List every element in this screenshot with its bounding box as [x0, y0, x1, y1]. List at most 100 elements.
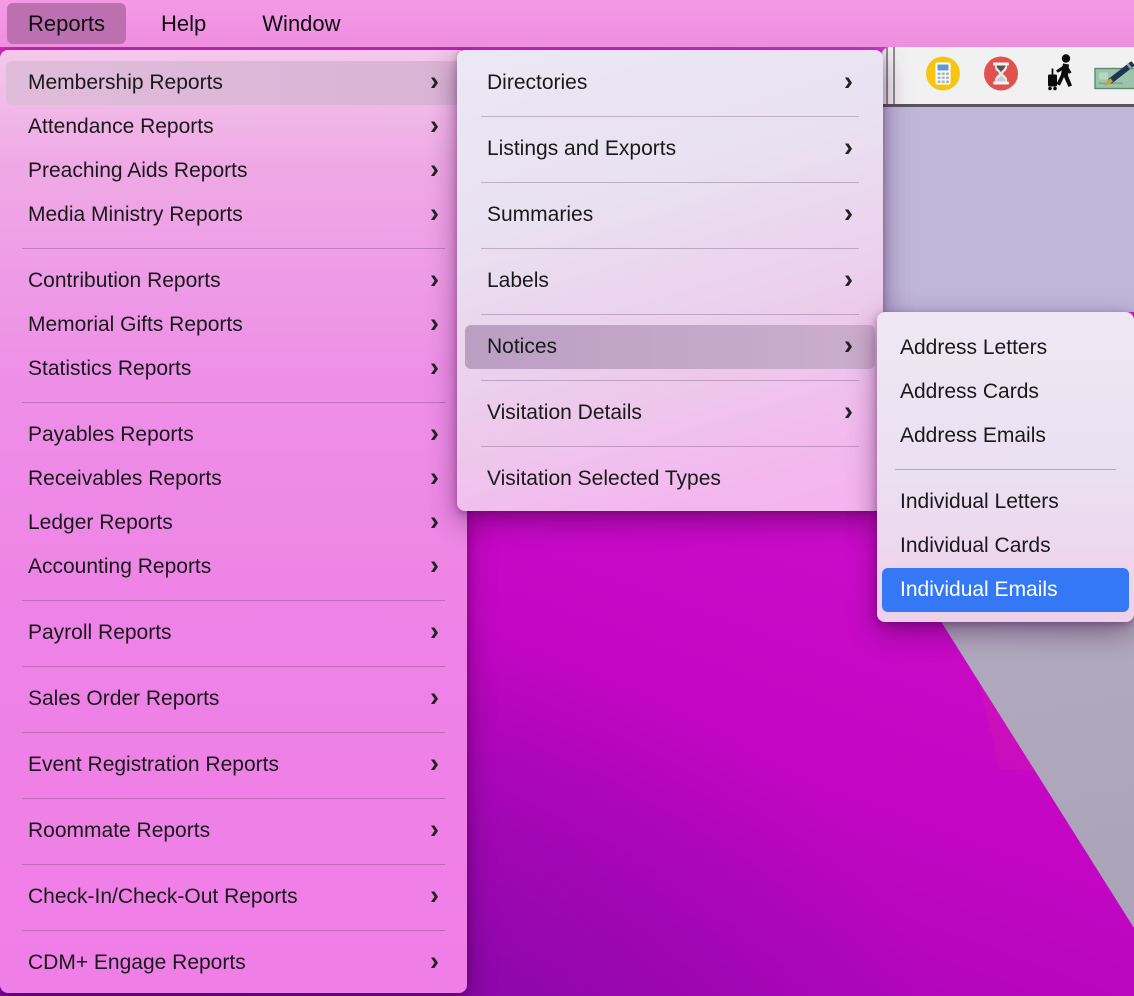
submenu-chevron-icon: › — [430, 508, 439, 535]
menu-separator-line — [481, 248, 859, 249]
menu-item-label: Roommate Reports — [28, 819, 418, 843]
submenu-chevron-icon: › — [430, 750, 439, 777]
menu-item-label: Event Registration Reports — [28, 753, 418, 777]
menu-separator-line — [22, 666, 445, 667]
menu-separator-line — [481, 314, 859, 315]
menu-item-label: Address Letters — [900, 336, 1111, 360]
menu-separator — [6, 919, 461, 941]
menu-item-accounting-reports[interactable]: Accounting Reports › — [6, 545, 461, 589]
submenu-chevron-icon: › — [430, 200, 439, 227]
menu-separator — [465, 369, 875, 391]
menu-item-label: Address Emails — [900, 424, 1111, 448]
menu-item-labels[interactable]: Labels› — [465, 259, 875, 303]
menu-separator-line — [22, 600, 445, 601]
menu-item-media-ministry-reports[interactable]: Media Ministry Reports › — [6, 193, 461, 237]
menu-item-receivables-reports[interactable]: Receivables Reports› — [6, 457, 461, 501]
calculator-icon[interactable] — [925, 55, 961, 96]
menu-item-individual-cards[interactable]: Individual Cards — [882, 524, 1129, 568]
menu-separator-line — [481, 182, 859, 183]
traveler-icon[interactable] — [1043, 53, 1081, 98]
menu-separator — [882, 458, 1129, 480]
menu-item-summaries[interactable]: Summaries › — [465, 193, 875, 237]
submenu-chevron-icon: › — [844, 68, 853, 95]
menu-item-individual-emails[interactable]: Individual Emails — [882, 568, 1129, 612]
menu-item-label: CDM+ Engage Reports — [28, 951, 418, 975]
menu-item-visitation-selected-types[interactable]: Visitation Selected Types — [465, 457, 875, 501]
menu-item-label: Preaching Aids Reports — [28, 159, 418, 183]
menu-separator-line — [22, 864, 445, 865]
menubar-item-window[interactable]: Window — [241, 3, 361, 44]
submenu-chevron-icon: › — [844, 200, 853, 227]
menu-separator — [6, 391, 461, 413]
menu-item-address-cards[interactable]: Address Cards — [882, 370, 1129, 414]
menu-item-label: Individual Letters — [900, 490, 1111, 514]
submenu-chevron-icon: › — [430, 948, 439, 975]
menu-item-check-in-check-out-reports[interactable]: Check-In/Check-Out Reports› — [6, 875, 461, 919]
menu-item-roommate-reports[interactable]: Roommate Reports› — [6, 809, 461, 853]
menu-item-notices[interactable]: Notices › — [465, 325, 875, 369]
window-edge-line — [886, 47, 888, 104]
menu-item-label: Receivables Reports — [28, 467, 418, 491]
window-toolbar — [881, 47, 1134, 107]
menu-item-payables-reports[interactable]: Payables Reports› — [6, 413, 461, 457]
menu-item-statistics-reports[interactable]: Statistics Reports › — [6, 347, 461, 391]
menu-item-label: Sales Order Reports — [28, 687, 418, 711]
menu-item-label: Individual Cards — [900, 534, 1111, 558]
menu-item-memorial-gifts-reports[interactable]: Memorial Gifts Reports› — [6, 303, 461, 347]
menubar-item-reports[interactable]: Reports — [7, 3, 126, 44]
check-writing-icon[interactable] — [1093, 52, 1134, 99]
submenu-chevron-icon: › — [430, 156, 439, 183]
menu-separator-line — [895, 469, 1116, 470]
menu-separator — [465, 303, 875, 325]
desktop: ReportsHelpWindow Membership Reports›Att… — [0, 0, 1134, 996]
menu-separator-line — [22, 798, 445, 799]
menu-item-label: Contribution Reports — [28, 269, 418, 293]
menu-item-label: Summaries — [487, 203, 832, 227]
menu-item-label: Directories — [487, 71, 832, 95]
window-edge-line — [893, 47, 895, 104]
menu-item-visitation-details[interactable]: Visitation Details › — [465, 391, 875, 435]
menu-item-label: Individual Emails — [900, 578, 1111, 602]
menu-item-address-emails[interactable]: Address Emails — [882, 414, 1129, 458]
submenu-chevron-icon: › — [844, 332, 853, 359]
menu-item-label: Visitation Details — [487, 401, 832, 425]
submenu-chevron-icon: › — [844, 398, 853, 425]
menu-item-label: Address Cards — [900, 380, 1111, 404]
menu-item-label: Check-In/Check-Out Reports — [28, 885, 418, 909]
menu-item-label: Statistics Reports — [28, 357, 418, 381]
submenu-chevron-icon: › — [430, 420, 439, 447]
submenu-chevron-icon: › — [430, 112, 439, 139]
submenu-chevron-icon: › — [430, 552, 439, 579]
menu-separator — [6, 853, 461, 875]
menu-item-attendance-reports[interactable]: Attendance Reports› — [6, 105, 461, 149]
menu-item-membership-reports[interactable]: Membership Reports› — [6, 61, 461, 105]
submenu-chevron-icon: › — [430, 684, 439, 711]
menu-separator — [465, 171, 875, 193]
menu-item-listings-and-exports[interactable]: Listings and Exports› — [465, 127, 875, 171]
reports-menu: Membership Reports›Attendance Reports›Pr… — [0, 50, 467, 993]
submenu-chevron-icon: › — [430, 618, 439, 645]
menu-item-label: Media Ministry Reports — [28, 203, 418, 227]
menu-item-contribution-reports[interactable]: Contribution Reports› — [6, 259, 461, 303]
window-content-area — [881, 107, 1134, 312]
menu-item-label: Accounting Reports — [28, 555, 418, 579]
submenu-chevron-icon: › — [430, 354, 439, 381]
submenu-chevron-icon: › — [430, 310, 439, 337]
hourglass-icon[interactable] — [983, 55, 1019, 96]
menu-item-payroll-reports[interactable]: Payroll Reports› — [6, 611, 461, 655]
menu-item-label: Membership Reports — [28, 71, 418, 95]
menu-item-label: Notices — [487, 335, 832, 359]
menu-item-address-letters[interactable]: Address Letters — [882, 326, 1129, 370]
menu-item-ledger-reports[interactable]: Ledger Reports › — [6, 501, 461, 545]
menu-item-sales-order-reports[interactable]: Sales Order Reports › — [6, 677, 461, 721]
menubar-item-help[interactable]: Help — [140, 3, 227, 44]
menu-item-individual-letters[interactable]: Individual Letters — [882, 480, 1129, 524]
menu-item-event-registration-reports[interactable]: Event Registration Reports › — [6, 743, 461, 787]
menu-item-directories[interactable]: Directories › — [465, 61, 875, 105]
menu-item-preaching-aids-reports[interactable]: Preaching Aids Reports › — [6, 149, 461, 193]
menu-bar: Reports Help Window — [0, 0, 1134, 47]
menu-item-cdm-engage-reports[interactable]: CDM+ Engage Reports › — [6, 941, 461, 985]
menu-item-label: Ledger Reports — [28, 511, 418, 535]
menu-separator — [6, 787, 461, 809]
notices-submenu: Address Letters Address Cards Address Emai… — [877, 312, 1134, 622]
